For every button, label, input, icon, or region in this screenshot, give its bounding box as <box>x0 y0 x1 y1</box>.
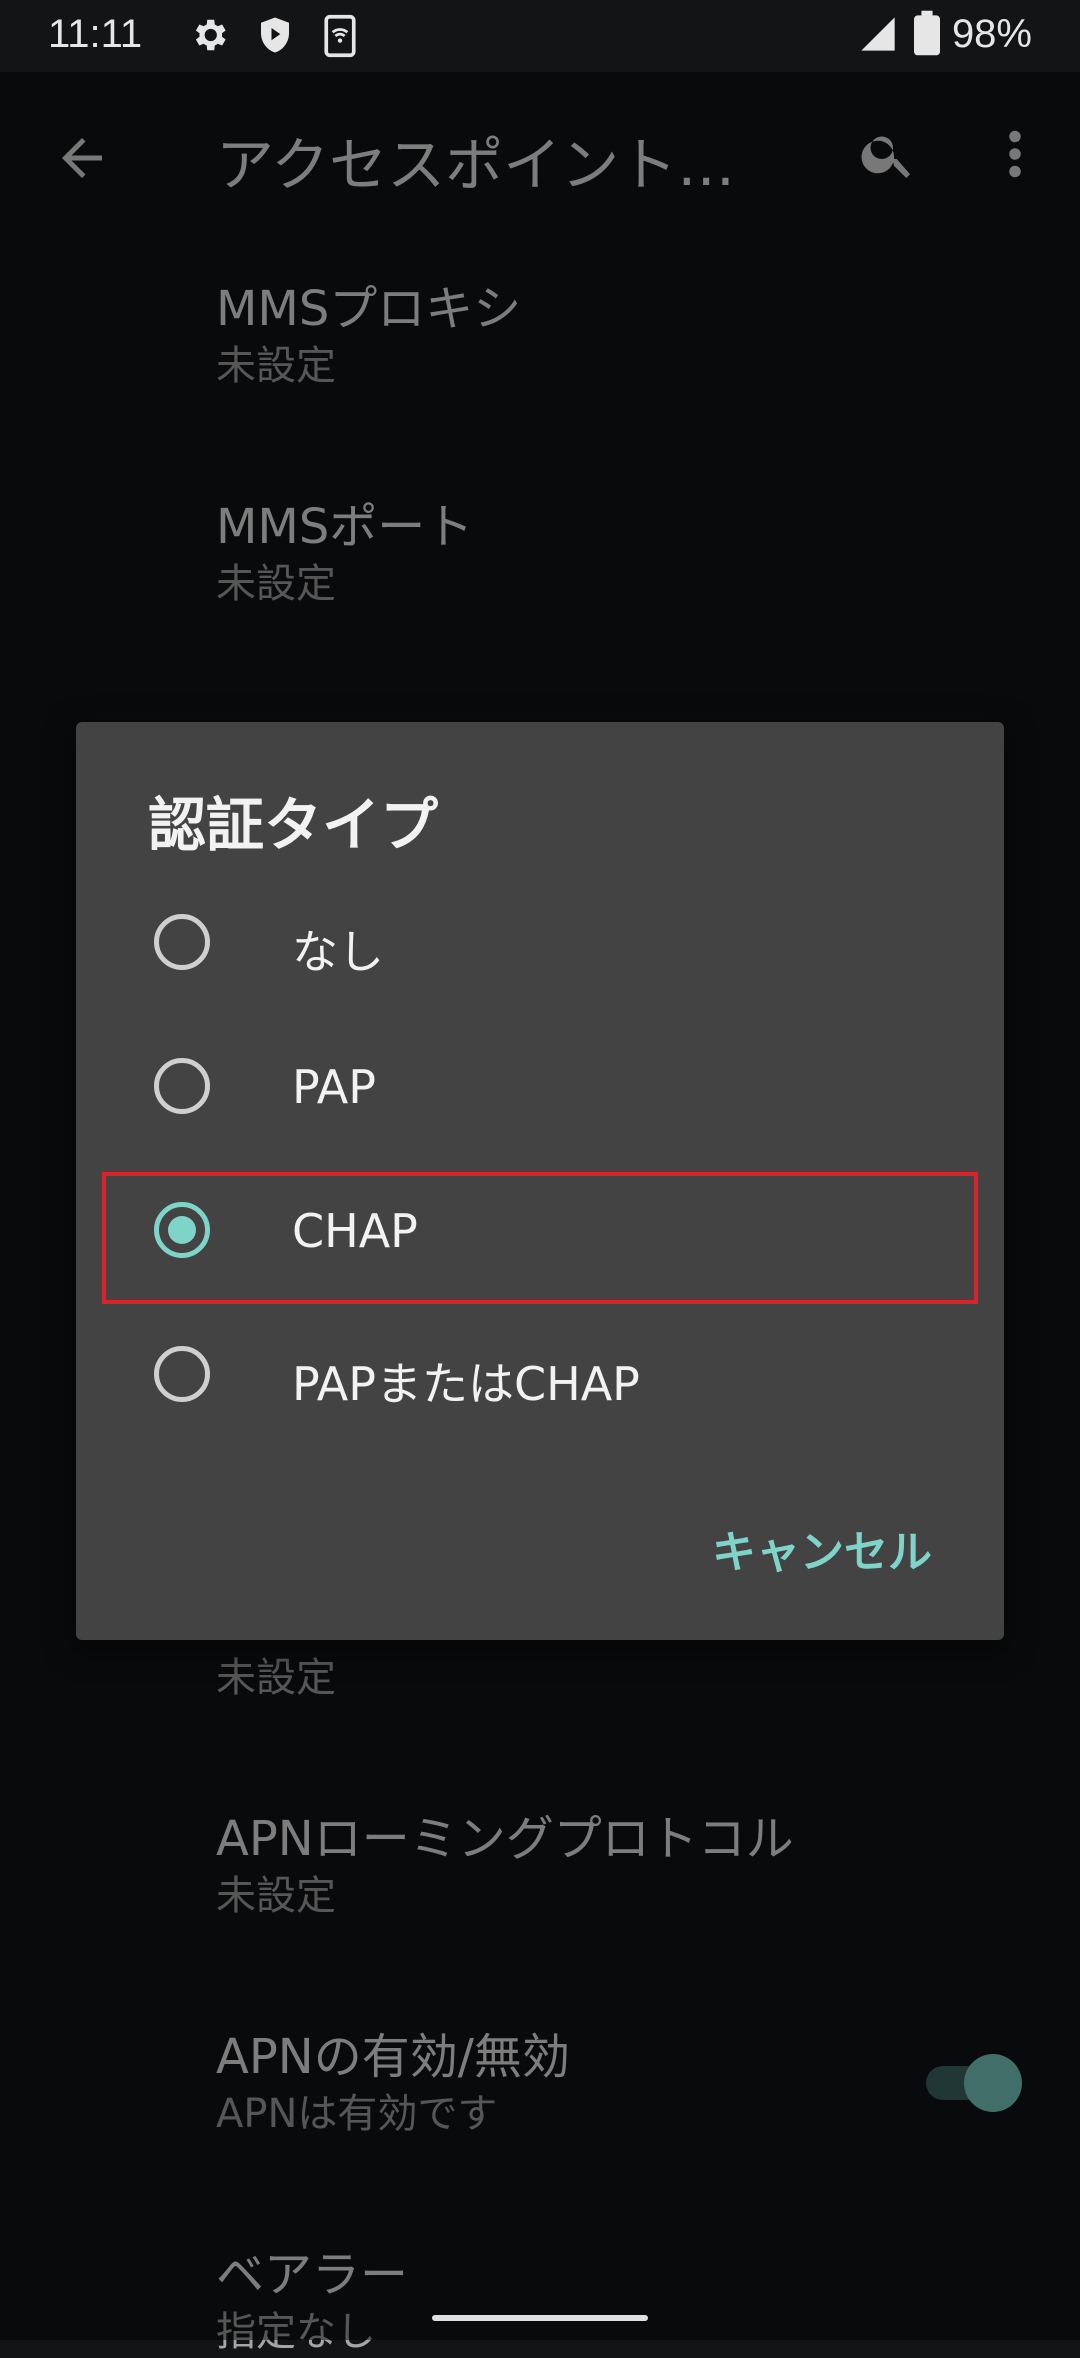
pref-summary: 未設定 <box>216 561 336 607</box>
radio-button[interactable] <box>154 1058 210 1114</box>
more-options-icon[interactable] <box>1000 124 1030 184</box>
pref-summary: 未設定 <box>216 1873 336 1919</box>
pref-title: APNの有効/無効 <box>216 2029 570 2085</box>
cancel-button[interactable]: キャンセル <box>712 1516 932 1580</box>
option-label: なし <box>292 925 384 979</box>
search-icon[interactable] <box>858 124 918 184</box>
gesture-nav-handle[interactable] <box>432 2315 648 2321</box>
pref-apn-roaming-protocol[interactable]: APNローミングプロトコル 未設定 <box>216 1808 794 1922</box>
pref-apn-enable[interactable]: APNの有効/無効 APNは有効です <box>216 2026 570 2140</box>
pref-hidden-behind-dialog[interactable]: 未設定 <box>216 1652 336 1704</box>
pref-title: MMSプロキシ <box>216 281 522 337</box>
pref-title: ベアラー <box>216 2247 409 2303</box>
pref-summary: APNは有効です <box>216 2091 498 2137</box>
option-label: PAPまたはCHAP <box>292 1357 640 1411</box>
pref-mms-proxy[interactable]: MMSプロキシ 未設定 <box>216 278 521 392</box>
option-pap[interactable]: PAP <box>76 1016 1004 1160</box>
highlight-annotation-box <box>102 1172 978 1304</box>
pref-bearer[interactable]: ベアラー 指定なし <box>216 2244 408 2358</box>
back-arrow-icon[interactable] <box>52 128 112 188</box>
radio-button[interactable] <box>154 914 210 970</box>
page-title: アクセスポイント… <box>216 131 736 199</box>
option-pap-or-chap[interactable]: PAPまたはCHAP <box>76 1304 1004 1448</box>
toggle-thumb <box>964 2054 1022 2112</box>
pref-summary: 未設定 <box>216 343 336 389</box>
option-label: PAP <box>292 1060 377 1114</box>
dialog-title: 認証タイプ <box>148 791 439 859</box>
pref-summary: 未設定 <box>216 1655 336 1701</box>
pref-mms-port[interactable]: MMSポート 未設定 <box>216 496 473 610</box>
apn-enable-toggle[interactable] <box>926 2054 1022 2112</box>
option-none[interactable]: なし <box>76 872 1004 1016</box>
pref-title: APNローミングプロトコル <box>216 1811 794 1867</box>
app-toolbar: アクセスポイント… <box>0 90 1080 220</box>
radio-button[interactable] <box>154 1346 210 1402</box>
pref-title: MMSポート <box>216 499 474 555</box>
pref-summary: 指定なし <box>216 2309 376 2355</box>
